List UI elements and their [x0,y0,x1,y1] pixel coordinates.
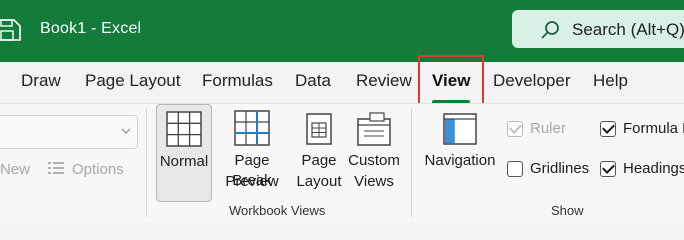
normal-view-button[interactable]: Normal [156,104,212,202]
normal-view-label: Normal [159,153,209,170]
custom-views-label-line2: Views [354,173,394,190]
gridlines-checkbox[interactable] [507,161,523,177]
page-layout-label-line2: Layout [296,173,342,190]
custom-views-button[interactable]: Custom Views [346,104,402,200]
navigation-pane-icon [443,113,477,145]
headings-label: Headings [623,160,684,177]
sheet-view-options-button[interactable]: Options [72,161,124,178]
ribbon-tab-bar: Draw Page Layout Formulas Data Review Vi… [0,62,684,100]
headings-checkbox[interactable] [600,161,616,177]
normal-view-icon [166,111,202,147]
show-group-label: Show [551,203,584,218]
ruler-label: Ruler [530,120,566,137]
tab-data[interactable]: Data [295,71,331,91]
tab-help[interactable]: Help [593,71,628,91]
page-break-label-line2: Preview [225,173,279,190]
tab-developer[interactable]: Developer [493,71,571,91]
custom-views-label-line1: Custom [348,152,400,169]
navigation-label: Navigation [424,152,496,169]
page-layout-view-icon [306,113,332,145]
page-layout-label-line1: Page [301,152,337,169]
navigation-button[interactable]: Navigation [420,104,500,200]
tab-draw[interactable]: Draw [21,71,61,91]
title-bar: Book1 - Excel Search (Alt+Q) [0,0,684,62]
group-separator [411,107,412,217]
list-options-icon [48,162,64,174]
tab-page-layout[interactable]: Page Layout [85,71,180,91]
search-placeholder: Search (Alt+Q) [572,20,684,39]
gridlines-label: Gridlines [530,160,590,177]
save-icon[interactable] [0,18,22,42]
tab-review[interactable]: Review [356,71,412,91]
workbook-views-group-label: Workbook Views [229,203,326,218]
tab-formulas[interactable]: Formulas [202,71,273,91]
search-icon [541,21,559,39]
sheet-view-new-button[interactable]: New [0,161,30,178]
formula-bar-checkbox[interactable] [600,121,616,137]
search-box[interactable]: Search (Alt+Q) [512,10,684,48]
page-break-preview-button[interactable]: Page Break Preview [213,104,291,200]
view-tab-highlight-box [418,55,484,110]
sheet-view-dropdown[interactable] [0,115,138,149]
app-title: Book1 - Excel [40,20,142,37]
page-layout-view-button[interactable]: Page Layout [296,104,342,200]
chevron-down-icon [121,128,131,134]
group-separator [146,107,147,217]
custom-views-icon [357,112,391,146]
formula-bar-label: Formula B [623,120,684,137]
ruler-checkbox[interactable] [507,121,523,137]
page-break-preview-icon [234,110,270,146]
